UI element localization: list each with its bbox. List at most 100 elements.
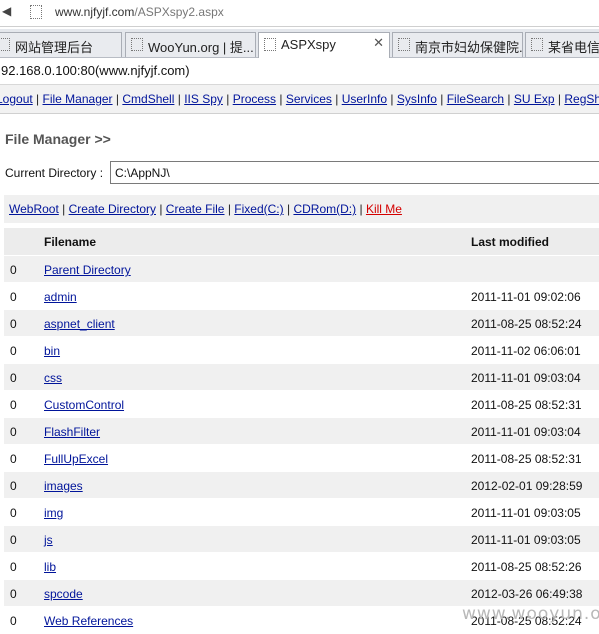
- action-separator: |: [359, 202, 363, 216]
- folder-link[interactable]: CustomControl: [44, 398, 124, 412]
- table-row: 0 bin 2011-11-02 06:06:01: [4, 337, 599, 364]
- table-row: 0 aspnet_client 2011-08-25 08:52:24: [4, 310, 599, 337]
- menu-separator: |: [177, 92, 181, 106]
- menu-link-cmdshell[interactable]: CmdShell: [122, 92, 174, 106]
- row-modified-cell: 2012-03-26 06:49:38: [471, 587, 583, 601]
- menu-separator: |: [279, 92, 283, 106]
- action-link-create-file[interactable]: Create File: [166, 202, 225, 216]
- table-header: Filename Last modified: [4, 228, 599, 255]
- folder-link[interactable]: Parent Directory: [44, 263, 131, 277]
- tab-label: 网站管理后台: [15, 40, 94, 55]
- folder-link[interactable]: bin: [44, 344, 60, 358]
- table-row: 0 CustomControl 2011-08-25 08:52:31: [4, 391, 599, 418]
- menu-link-process[interactable]: Process: [233, 92, 276, 106]
- table-row: 0 images 2012-02-01 09:28:59: [4, 472, 599, 499]
- close-icon[interactable]: ✕: [373, 36, 384, 51]
- row-modified-cell: 2011-08-25 08:52:26: [471, 560, 582, 574]
- menu-separator: |: [36, 92, 40, 106]
- menu-separator: |: [226, 92, 230, 106]
- action-separator: |: [159, 202, 163, 216]
- row-size-cell: 0: [10, 344, 17, 358]
- menu-link-regshell[interactable]: RegShell: [564, 92, 599, 106]
- menu-link-userinfo[interactable]: UserInfo: [342, 92, 387, 106]
- tab-hospital[interactable]: 南京市妇幼保健院...: [392, 32, 523, 57]
- menu-link-sysinfo[interactable]: SysInfo: [397, 92, 437, 106]
- folder-link[interactable]: css: [44, 371, 62, 385]
- menu-separator: |: [335, 92, 339, 106]
- menu-link-file-manager[interactable]: File Manager: [43, 92, 113, 106]
- row-size-cell: 0: [10, 290, 17, 304]
- table-row: 0 Parent Directory: [4, 256, 599, 283]
- row-size-cell: 0: [10, 479, 17, 493]
- row-size-cell: 0: [10, 317, 17, 331]
- menu-link-filesearch[interactable]: FileSearch: [447, 92, 504, 106]
- table-row: 0 css 2011-11-01 09:03:04: [4, 364, 599, 391]
- menu-link-su-exp[interactable]: SU Exp: [514, 92, 555, 106]
- tab-label: 南京市妇幼保健院...: [415, 40, 523, 55]
- table-row: 0 spcode 2012-03-26 06:49:38: [4, 580, 599, 607]
- tab-aspxspy[interactable]: ASPXspy ✕: [258, 32, 390, 58]
- back-arrow-icon[interactable]: ◀: [2, 4, 11, 18]
- row-filename-cell: lib: [44, 560, 56, 574]
- row-size-cell: 0: [10, 506, 17, 520]
- page-icon: [0, 38, 10, 51]
- page-icon: [398, 38, 410, 51]
- action-separator: |: [227, 202, 231, 216]
- menu-link-services[interactable]: Services: [286, 92, 332, 106]
- row-filename-cell: images: [44, 479, 83, 493]
- tab-label: 某省电信线: [548, 40, 599, 55]
- row-filename-cell: admin: [44, 290, 77, 304]
- row-filename-cell: css: [44, 371, 62, 385]
- tab-telecom[interactable]: 某省电信线: [525, 32, 599, 57]
- url-text[interactable]: www.njfyjf.com/ASPXspy2.aspx: [55, 5, 224, 19]
- menu-separator: |: [440, 92, 444, 106]
- menu-separator: |: [115, 92, 120, 106]
- row-filename-cell: img: [44, 506, 63, 520]
- page-icon: [264, 38, 276, 51]
- folder-link[interactable]: img: [44, 506, 63, 520]
- folder-link[interactable]: admin: [44, 290, 77, 304]
- row-filename-cell: FlashFilter: [44, 425, 100, 439]
- folder-link[interactable]: FlashFilter: [44, 425, 100, 439]
- folder-link[interactable]: lib: [44, 560, 56, 574]
- action-link-cdrom-d[interactable]: CDRom(D:): [293, 202, 356, 216]
- action-link-fixed-c[interactable]: Fixed(C:): [234, 202, 283, 216]
- folder-link[interactable]: images: [44, 479, 83, 493]
- row-size-cell: 0: [10, 533, 17, 547]
- folder-link[interactable]: spcode: [44, 587, 83, 601]
- row-filename-cell: js: [44, 533, 53, 547]
- folder-link[interactable]: aspnet_client: [44, 317, 115, 331]
- folder-link[interactable]: FullUpExcel: [44, 452, 108, 466]
- action-link-create-directory[interactable]: Create Directory: [69, 202, 156, 216]
- table-row: 0 admin 2011-11-01 09:02:06: [4, 283, 599, 310]
- tab-admin-backend[interactable]: 网站管理后台: [0, 32, 122, 57]
- row-filename-cell: FullUpExcel: [44, 452, 108, 466]
- menu-link-iis-spy[interactable]: IIS Spy: [184, 92, 223, 106]
- top-menu-links: Logout | File Manager | CmdShell | IIS S…: [0, 92, 599, 106]
- tab-label: WooYun.org | 提...: [148, 40, 254, 55]
- row-modified-cell: 2011-11-01 09:03:05: [471, 506, 581, 520]
- row-size-cell: 0: [10, 371, 17, 385]
- action-link-kill-me[interactable]: Kill Me: [366, 202, 402, 216]
- menu-link-logout[interactable]: Logout: [0, 92, 33, 106]
- table-row: 0 FlashFilter 2011-11-01 09:03:04: [4, 418, 599, 445]
- row-modified-cell: 2011-08-25 08:52:31: [471, 452, 582, 466]
- action-link-webroot[interactable]: WebRoot: [9, 202, 59, 216]
- action-separator: |: [286, 202, 291, 216]
- address-bar[interactable]: ◀ www.njfyjf.com/ASPXspy2.aspx: [0, 0, 599, 27]
- row-size-cell: 0: [10, 263, 17, 277]
- row-filename-cell: Parent Directory: [44, 263, 131, 277]
- folder-link[interactable]: js: [44, 533, 53, 547]
- table-row: 0 lib 2011-08-25 08:52:26: [4, 553, 599, 580]
- row-filename-cell: CustomControl: [44, 398, 124, 412]
- tab-wooyun[interactable]: WooYun.org | 提...: [125, 32, 256, 57]
- watermark: www.wooyun.org: [462, 604, 599, 624]
- url-path: /ASPXspy2.aspx: [134, 5, 224, 19]
- current-directory-input[interactable]: [110, 161, 599, 184]
- row-filename-cell: aspnet_client: [44, 317, 115, 331]
- row-modified-cell: 2012-02-01 09:28:59: [471, 479, 583, 493]
- action-links: WebRoot | Create Directory | Create File…: [9, 202, 402, 216]
- row-filename-cell: bin: [44, 344, 60, 358]
- top-menu: Logout | File Manager | CmdShell | IIS S…: [0, 84, 599, 114]
- page-icon: [30, 5, 42, 19]
